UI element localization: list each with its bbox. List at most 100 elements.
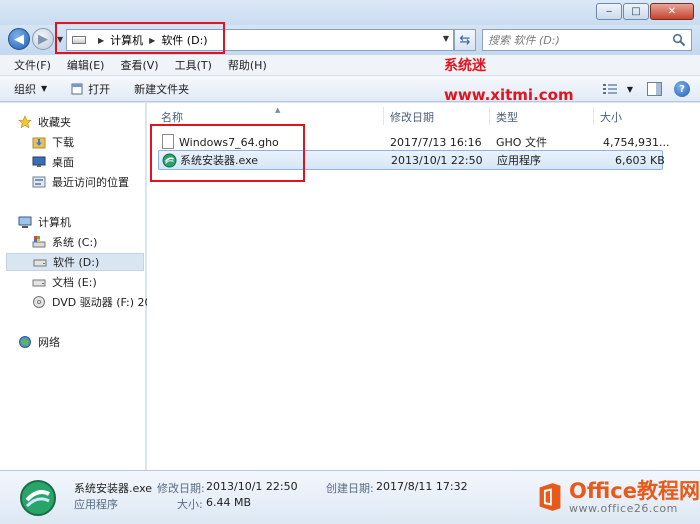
open-label: 打开 [88, 82, 111, 96]
nav-downloads-label: 下载 [52, 136, 74, 149]
preview-pane-icon[interactable] [647, 82, 662, 96]
details-size-value: 6.44 MB [206, 496, 252, 509]
forward-button[interactable]: ▶ [32, 28, 54, 50]
new-folder-button[interactable]: 新建文件夹 [134, 81, 189, 97]
back-button[interactable]: ◀ [8, 28, 30, 50]
refresh-button[interactable]: ⇆ [454, 29, 476, 51]
nav-recent-places-label: 最近访问的位置 [52, 176, 129, 189]
nav-drive-e[interactable]: 文档 (E:) [32, 273, 97, 291]
office-logo-icon [539, 483, 561, 511]
help-icon[interactable]: ? [674, 81, 690, 97]
files-highlight-box [150, 124, 305, 182]
column-header-date[interactable]: 修改日期 [390, 106, 434, 128]
computer-icon [18, 216, 32, 228]
details-modified-value: 2013/10/1 22:50 [206, 480, 298, 493]
watermark-site-name: 系统迷 [444, 58, 486, 74]
recent-places-icon [32, 176, 46, 188]
arrow-right-icon: ▶ [38, 31, 48, 47]
drive-icon [33, 259, 47, 267]
dvd-drive-icon [33, 296, 45, 308]
caret-down-icon: ▼ [41, 84, 48, 93]
office-logo-title: Office教程网 [569, 478, 700, 503]
file-date: 2017/7/13 16:16 [390, 135, 482, 149]
new-folder-label: 新建文件夹 [134, 82, 190, 96]
drive-icon [32, 279, 46, 287]
nav-favorites[interactable]: 收藏夹 [18, 113, 71, 131]
office-logo-url: www.office26.com [569, 501, 678, 515]
file-date: 2013/10/1 22:50 [391, 153, 483, 167]
organize-label: 组织 [14, 82, 36, 96]
desktop-icon [32, 156, 46, 167]
column-name-label: 名称 [161, 111, 183, 124]
details-modified-label: 修改日期: [157, 482, 205, 495]
nav-dvd-drive[interactable]: DVD 驱动器 (F:) 20 [32, 293, 152, 311]
office-logo-text: Office教程网 www.office26.com [569, 480, 700, 515]
downloads-folder-icon [32, 137, 46, 149]
nav-dvd-drive-label: DVD 驱动器 (F:) 20 [52, 296, 152, 309]
file-size: 6,603 KB [615, 153, 665, 167]
address-dropdown-icon[interactable]: ▼ [443, 34, 449, 43]
details-size-label: 大小: [177, 498, 203, 511]
column-divider[interactable] [489, 107, 490, 125]
menu-bar: 文件(F) 编辑(E) 查看(V) 工具(T) 帮助(H) [0, 55, 700, 76]
toolbar-right: ▼ ? [602, 81, 690, 97]
details-created-label: 创建日期: [326, 482, 374, 495]
view-dropdown-icon[interactable]: ▼ [627, 85, 633, 94]
system-drive-icon [32, 236, 46, 248]
network-icon [19, 336, 31, 348]
nav-favorites-label: 收藏夹 [38, 116, 71, 129]
nav-drive-e-label: 文档 (E:) [52, 276, 97, 289]
minimize-button[interactable]: ‒ [596, 3, 622, 20]
details-created-value: 2017/8/11 17:32 [376, 480, 468, 493]
address-highlight-box [55, 22, 225, 54]
column-type-label: 类型 [496, 111, 518, 124]
column-divider[interactable] [593, 107, 594, 125]
column-size-label: 大小 [600, 111, 622, 124]
nav-computer-label: 计算机 [38, 216, 71, 229]
nav-desktop-label: 桌面 [52, 156, 74, 169]
window-controls: ‒ □ ✕ [595, 3, 694, 20]
command-bar: 组织 ▼ 打开 新建文件夹 ▼ ? [0, 76, 700, 102]
exe-app-icon [20, 480, 56, 516]
open-button[interactable]: 打开 [71, 81, 110, 97]
details-file-kind: 应用程序 [74, 498, 118, 511]
nav-drive-d-label: 软件 (D:) [53, 256, 100, 269]
search-input[interactable] [488, 33, 658, 47]
view-options-icon[interactable] [602, 82, 618, 96]
arrow-left-icon: ◀ [14, 31, 24, 47]
details-file-name: 系统安装器.exe [74, 482, 153, 495]
column-date-label: 修改日期 [390, 111, 434, 124]
menu-tools[interactable]: 工具(T) [167, 57, 220, 73]
nav-computer[interactable]: 计算机 [18, 213, 71, 231]
menu-view[interactable]: 查看(V) [112, 57, 166, 73]
sort-ascending-icon: ▲ [275, 106, 281, 114]
file-type: GHO 文件 [496, 136, 547, 149]
column-header-size[interactable]: 大小 [600, 106, 622, 128]
nav-recent-places[interactable]: 最近访问的位置 [32, 173, 129, 191]
search-icon[interactable] [672, 33, 686, 47]
office-watermark-logo: Office教程网 www.office26.com [537, 470, 700, 524]
nav-drive-d[interactable]: 软件 (D:) [6, 253, 144, 271]
file-size: 4,754,931... [603, 135, 670, 149]
nav-drive-c[interactable]: 系统 (C:) [32, 233, 97, 251]
menu-edit[interactable]: 编辑(E) [59, 57, 113, 73]
nav-drive-c-label: 系统 (C:) [52, 236, 98, 249]
nav-network-label: 网络 [38, 336, 60, 349]
refresh-icon: ⇆ [459, 32, 471, 48]
file-type: 应用程序 [497, 154, 541, 167]
close-button[interactable]: ✕ [650, 3, 694, 20]
menu-file[interactable]: 文件(F) [6, 57, 59, 73]
search-box[interactable] [482, 29, 692, 51]
open-window-icon [71, 83, 83, 94]
maximize-button[interactable]: □ [623, 3, 649, 20]
column-divider[interactable] [383, 107, 384, 125]
star-icon [18, 115, 32, 129]
nav-network[interactable]: 网络 [18, 333, 60, 351]
column-header-type[interactable]: 类型 [496, 106, 518, 128]
organize-button[interactable]: 组织 ▼ [14, 81, 47, 97]
nav-desktop[interactable]: 桌面 [32, 153, 74, 171]
watermark-site-url: www.xitmi.com [444, 86, 574, 104]
menu-help[interactable]: 帮助(H) [220, 57, 275, 73]
navigation-pane: 收藏夹 下载 桌面 最近访问的位置 计算机 系统 (C:) 软件 (D:) 文档… [0, 103, 152, 470]
nav-downloads[interactable]: 下载 [32, 133, 74, 151]
